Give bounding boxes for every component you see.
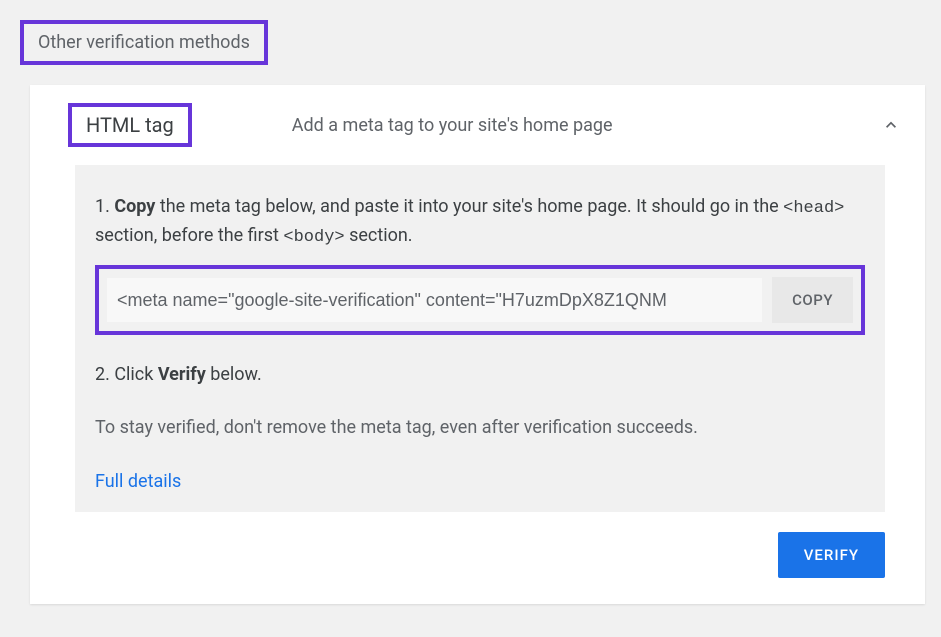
meta-tag-input[interactable] [107, 278, 762, 322]
verify-button[interactable]: VERIFY [778, 532, 885, 578]
step-text: 2. Click [95, 364, 158, 385]
step-keyword: Copy [114, 196, 155, 217]
step-1: 1. Copy the meta tag below, and paste it… [95, 193, 865, 251]
code-body: <body> [283, 228, 344, 247]
card-body: 1. Copy the meta tag below, and paste it… [75, 165, 885, 512]
step-number: 1. [95, 196, 114, 217]
method-name: HTML tag [68, 103, 192, 147]
step-text: the meta tag below, and paste it into yo… [155, 196, 783, 217]
card-header[interactable]: HTML tag Add a meta tag to your site's h… [30, 85, 925, 165]
method-description: Add a meta tag to your site's home page [292, 115, 881, 136]
code-head: <head> [783, 199, 844, 218]
full-details-link[interactable]: Full details [95, 471, 181, 492]
chevron-up-icon[interactable] [881, 115, 901, 135]
step-text: section. [345, 225, 413, 246]
meta-tag-row: COPY [95, 265, 865, 335]
step-2: 2. Click Verify below. [95, 361, 865, 390]
copy-button[interactable]: COPY [772, 277, 853, 323]
step-keyword: Verify [158, 364, 206, 385]
step-text: section, before the first [95, 225, 283, 246]
verification-note: To stay verified, don't remove the meta … [95, 414, 865, 441]
verification-method-card: HTML tag Add a meta tag to your site's h… [30, 85, 925, 604]
step-text: below. [206, 364, 262, 385]
section-title: Other verification methods [20, 20, 268, 65]
card-footer: VERIFY [30, 532, 925, 604]
